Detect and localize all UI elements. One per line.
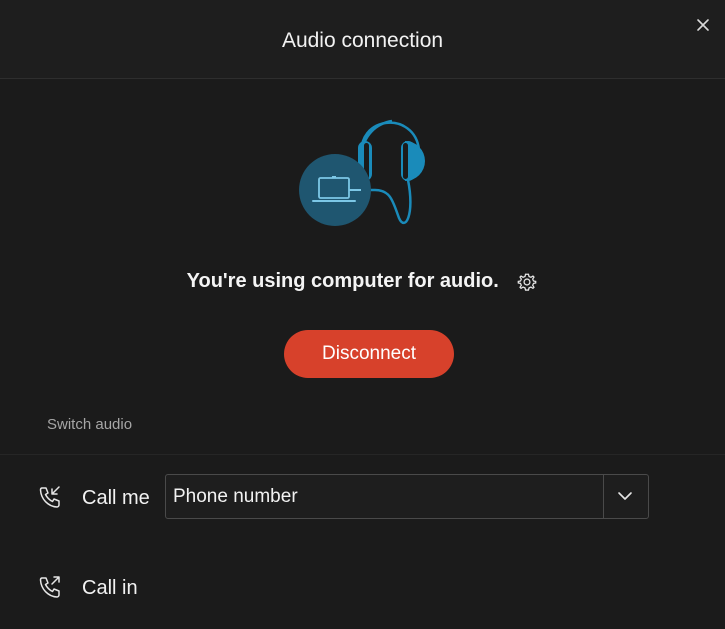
- disconnect-button[interactable]: Disconnect: [284, 330, 454, 378]
- audio-status: You're using computer for audio.: [0, 270, 725, 293]
- dialog-header: Audio connection: [0, 0, 725, 79]
- phone-incoming-icon: [39, 486, 60, 508]
- dialog-title: Audio connection: [281, 29, 444, 52]
- chevron-down-icon: [618, 492, 632, 500]
- headset-laptop-illustration: [299, 119, 425, 226]
- phone-outgoing-icon: [39, 576, 60, 598]
- phone-number-input[interactable]: [166, 475, 604, 518]
- close-icon[interactable]: [692, 14, 714, 36]
- call-in-label[interactable]: Call in: [82, 577, 138, 600]
- country-dropdown-button[interactable]: [603, 475, 648, 518]
- call-me-label: Call me: [82, 487, 150, 509]
- switch-audio-label: Switch audio: [47, 416, 133, 433]
- gear-icon[interactable]: [516, 271, 538, 293]
- audio-status-text: You're using computer for audio.: [186, 270, 499, 292]
- phone-number-field[interactable]: [165, 474, 649, 519]
- section-divider: [0, 454, 725, 455]
